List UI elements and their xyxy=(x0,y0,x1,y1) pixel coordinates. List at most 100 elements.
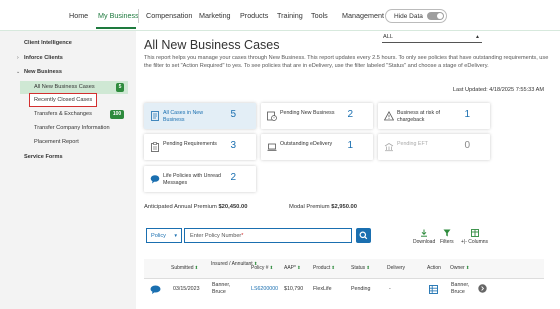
chevron-right-icon[interactable] xyxy=(478,284,487,293)
filters-button[interactable]: Filters xyxy=(440,229,454,245)
sidebar-item-recently-closed-cases[interactable]: Recently Closed Cases xyxy=(34,97,92,103)
message-icon[interactable] xyxy=(150,285,161,294)
toggle-switch[interactable] xyxy=(427,12,444,20)
column-header-policy[interactable]: Policy #⬍ xyxy=(251,265,273,271)
caret-down-icon: ▲ xyxy=(475,34,480,40)
document-clock-icon xyxy=(267,111,277,121)
cell-submitted: 03/15/2023 xyxy=(173,286,200,292)
laptop-icon xyxy=(267,143,277,151)
action-table-icon[interactable] xyxy=(429,285,438,294)
cell-owner: Banner, Bruce xyxy=(451,282,470,295)
column-header-submitted[interactable]: Submitted⬍ xyxy=(171,265,198,271)
nav-tools[interactable]: Tools xyxy=(311,11,328,20)
column-header-action[interactable]: Action xyxy=(427,265,441,271)
card-business-at-risk[interactable]: Business at risk of chargeback 1 xyxy=(378,103,490,129)
card-pending-eft[interactable]: Pending EFT 0 xyxy=(378,134,490,160)
chevron-right-icon[interactable]: › xyxy=(17,55,19,61)
nav-active-indicator xyxy=(96,27,136,29)
nav-products[interactable]: Products xyxy=(240,11,268,20)
search-icon xyxy=(359,231,368,240)
policy-number-input[interactable]: Enter Policy Number* xyxy=(184,228,352,243)
filter-value: ALL xyxy=(383,34,393,40)
nav-home[interactable]: Home xyxy=(69,11,88,20)
download-icon xyxy=(421,229,428,237)
card-label: All Cases in New Business xyxy=(163,110,204,123)
sort-icon: ⬍ xyxy=(331,265,336,270)
card-label: Pending New Business xyxy=(280,110,335,116)
sidebar-item-inforce-clients[interactable]: Inforce Clients xyxy=(24,55,63,61)
card-value: 3 xyxy=(230,140,236,151)
columns-label: +|- Columns xyxy=(461,239,489,245)
card-value: 2 xyxy=(230,172,236,183)
card-pending-new-business[interactable]: Pending New Business 2 xyxy=(261,103,373,129)
sidebar-item-service-forms[interactable]: Service Forms xyxy=(24,154,63,160)
card-label: Life Policies with Unread Messages xyxy=(163,173,221,186)
cell-aap: $10,790 xyxy=(284,286,304,292)
hide-data-label: Hide Data xyxy=(394,13,423,20)
card-value: 0 xyxy=(464,140,470,151)
column-header-product[interactable]: Product⬍ xyxy=(313,265,335,271)
hide-data-toggle[interactable]: Hide Data xyxy=(385,9,447,23)
card-label: Outstanding eDelivery xyxy=(280,141,333,147)
nav-marketing[interactable]: Marketing xyxy=(199,11,231,20)
sidebar-item-placement-report[interactable]: Placement Report xyxy=(34,139,79,145)
case-filter-select[interactable]: ALL ▲ xyxy=(382,33,482,43)
policy-number-placeholder: Enter Policy Number* xyxy=(190,233,244,239)
card-all-cases[interactable]: All Cases in New Business 5 xyxy=(144,103,256,129)
download-button[interactable]: Download xyxy=(413,229,435,245)
count-badge: 100 xyxy=(110,110,124,119)
chat-bubble-icon xyxy=(150,175,160,184)
table-row[interactable]: 03/15/2023 Banner, Bruce LS6200000 $10,79… xyxy=(144,280,544,300)
sidebar-item-new-business[interactable]: New Business xyxy=(24,69,62,75)
sort-icon: ⬍ xyxy=(366,265,370,270)
cell-status: Pending xyxy=(351,286,371,292)
sidebar-item-all-new-business-cases[interactable]: All New Business Cases xyxy=(34,84,95,90)
column-header-status[interactable]: Status⬍ xyxy=(351,265,370,271)
columns-button[interactable]: +|- Columns xyxy=(461,229,488,245)
top-navigation: Home My Business Compensation Marketing … xyxy=(0,0,560,30)
last-updated: Last Updated: 4/18/2025 7:55:33 AM xyxy=(452,87,544,93)
sort-icon: ⬍ xyxy=(194,265,199,270)
sidebar-item-transfer-company-information[interactable]: Transfer Company Information xyxy=(34,125,110,131)
cell-policy-link[interactable]: LS6200000 xyxy=(251,286,278,293)
document-list-icon xyxy=(151,111,159,121)
download-label: Download xyxy=(413,239,436,245)
column-header-aap[interactable]: AAP*⬍ xyxy=(284,265,301,271)
search-type-value: Policy xyxy=(151,233,166,239)
cell-delivery: - xyxy=(389,286,391,292)
sidebar-item-transfers-exchanges[interactable]: Transfers & Exchanges xyxy=(34,111,92,117)
annual-premium-label: Anticipated Annual Premium xyxy=(144,204,217,210)
card-value: 5 xyxy=(230,109,236,120)
caret-down-icon: ▼ xyxy=(173,233,178,238)
chevron-down-icon[interactable]: ⌄ xyxy=(16,69,20,75)
sort-icon: ⬍ xyxy=(465,265,470,270)
card-value: 1 xyxy=(347,140,353,151)
clipboard-icon xyxy=(151,142,159,152)
table-header: Submitted⬍ Insured / Annuitant⬍ Policy #… xyxy=(144,259,544,279)
card-life-policies-unread-messages[interactable]: Life Policies with Unread Messages 2 xyxy=(144,166,256,192)
nav-my-business[interactable]: My Business xyxy=(98,11,139,20)
search-type-select[interactable]: Policy ▼ xyxy=(146,228,182,243)
annual-premium: Anticipated Annual Premium $20,450.00 xyxy=(144,204,247,210)
nav-compensation[interactable]: Compensation xyxy=(146,11,192,20)
page-title: All New Business Cases xyxy=(144,38,280,52)
modal-premium: Modal Premium $2,950.00 xyxy=(289,204,357,210)
card-value: 2 xyxy=(347,109,353,120)
nav-divider xyxy=(138,9,139,23)
page-description: This report helps you manage your cases … xyxy=(144,55,549,69)
modal-premium-label: Modal Premium xyxy=(289,204,330,210)
card-pending-requirements[interactable]: Pending Requirements 3 xyxy=(144,134,256,160)
toggle-knob xyxy=(437,13,443,19)
sort-icon: ⬍ xyxy=(269,265,274,270)
nav-training[interactable]: Training xyxy=(277,11,303,20)
nav-management[interactable]: Management xyxy=(342,11,384,20)
sidebar-item-client-intelligence[interactable]: Client Intelligence xyxy=(24,40,72,46)
sidebar: Client Intelligence › Inforce Clients ⌄ … xyxy=(0,31,136,309)
search-button[interactable] xyxy=(356,228,371,243)
column-header-delivery[interactable]: Delivery xyxy=(387,265,405,271)
warning-icon xyxy=(384,111,394,121)
bank-transfer-icon xyxy=(384,143,394,152)
column-header-owner[interactable]: Owner⬍ xyxy=(450,265,470,271)
card-outstanding-edelivery[interactable]: Outstanding eDelivery 1 xyxy=(261,134,373,160)
filter-icon xyxy=(443,229,451,237)
